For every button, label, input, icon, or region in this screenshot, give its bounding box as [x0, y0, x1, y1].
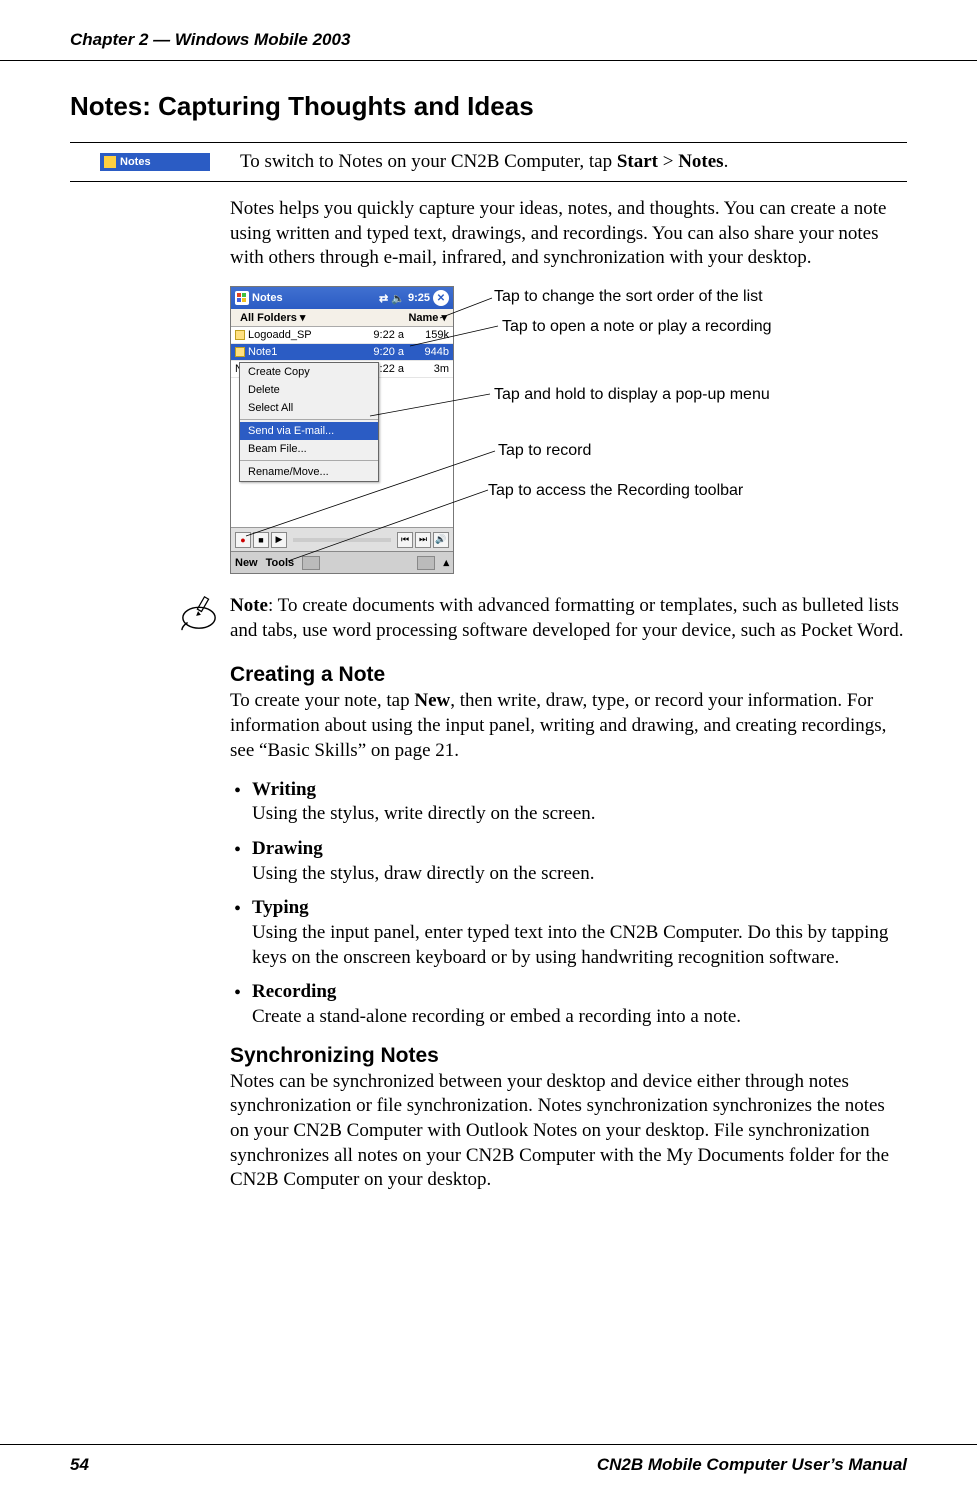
bullet-drawing: Drawing Using the stylus, draw directly … [230, 837, 907, 886]
bullet-heading: Recording [252, 981, 336, 1002]
windows-flag-icon[interactable] [235, 291, 249, 305]
volume-icon[interactable]: 🔈 [391, 292, 405, 305]
bullet-text: Using the stylus, draw directly on the s… [252, 863, 594, 884]
menu-select-all[interactable]: Select All [240, 399, 378, 417]
pda-time: 9:25 [408, 292, 430, 304]
creating-pre: To create your note, tap [230, 690, 414, 711]
creating-bullets: Writing Using the stylus, write directly… [230, 778, 907, 1030]
callout-popup-menu: Tap and hold to display a pop-up menu [494, 386, 770, 404]
banner-text: To switch to Notes on your CN2B Computer… [240, 151, 728, 173]
sort-label[interactable]: Name [408, 312, 438, 324]
recording-toggle-icon[interactable] [302, 556, 320, 570]
prev-button[interactable]: ⏮ [397, 532, 413, 548]
banner-gt: > [658, 151, 678, 172]
menu-rename-move[interactable]: Rename/Move... [240, 463, 378, 481]
pencil-note-icon [180, 594, 220, 637]
input-panel-icon[interactable] [417, 556, 435, 570]
menu-create-copy[interactable]: Create Copy [240, 363, 378, 381]
menu-divider [240, 460, 378, 461]
chevron-down-icon: ▾ [441, 312, 447, 324]
menu-send-email[interactable]: Send via E-mail... [240, 422, 378, 440]
list-item[interactable]: Note1 9:20 a 944b [231, 344, 453, 361]
creating-heading: Creating a Note [230, 663, 907, 687]
chevron-down-icon: ▾ [300, 311, 306, 324]
stop-button[interactable]: ■ [253, 532, 269, 548]
bullet-typing: Typing Using the input panel, enter type… [230, 896, 907, 970]
record-button[interactable]: ● [235, 532, 251, 548]
play-button[interactable]: ▶ [271, 532, 287, 548]
tools-button[interactable]: Tools [266, 557, 295, 569]
pda-screenshot: Notes ⇄ 🔈 9:25 ✕ All Folders ▾ Name ▾ [230, 286, 454, 574]
creating-block: Creating a Note To create your note, tap… [230, 663, 907, 1193]
manual-title: CN2B Mobile Computer User’s Manual [597, 1455, 907, 1475]
pda-folder-bar[interactable]: All Folders ▾ Name ▾ [231, 309, 453, 327]
next-button[interactable]: ⏭ [415, 532, 431, 548]
callout-tap-record: Tap to record [498, 442, 591, 460]
creating-lead: To create your note, tap New, then write… [230, 689, 907, 763]
pda-app-title: Notes [252, 292, 283, 304]
notes-banner: Notes To switch to Notes on your CN2B Co… [70, 142, 907, 182]
pda-titlebar[interactable]: Notes ⇄ 🔈 9:25 ✕ [231, 287, 453, 309]
banner-notes: Notes [678, 151, 723, 172]
note-name: Logoadd_SP [248, 329, 312, 341]
note-size: 944b [404, 346, 449, 358]
menu-divider [240, 419, 378, 420]
bullet-heading: Typing [252, 897, 309, 918]
banner-period: . [724, 151, 729, 172]
menu-beam-file[interactable]: Beam File... [240, 440, 378, 458]
bullet-heading: Drawing [252, 838, 323, 859]
playback-slider[interactable] [293, 538, 391, 542]
note-icon [235, 330, 245, 340]
callout-sort-order: Tap to change the sort order of the list [494, 288, 763, 306]
close-icon[interactable]: ✕ [433, 290, 449, 306]
new-button[interactable]: New [235, 557, 258, 569]
recording-toolbar: ● ■ ▶ ⏮ ⏭ 🔊 [231, 527, 453, 551]
note-size: 159k [404, 329, 449, 341]
chapter-label: Chapter 2 — Windows Mobile 2003 [70, 30, 350, 50]
bullet-writing: Writing Using the stylus, write directly… [230, 778, 907, 827]
note-callout-row: Note: To create documents with advanced … [180, 594, 907, 643]
chevron-up-icon[interactable]: ▴ [443, 556, 449, 569]
page-header: Chapter 2 — Windows Mobile 2003 [0, 0, 977, 61]
note-name: Note1 [248, 346, 277, 358]
sync-text: Notes can be synchronized between your d… [230, 1070, 907, 1193]
notes-glyph-icon [104, 156, 116, 168]
banner-pre: To switch to Notes on your CN2B Computer… [240, 151, 617, 172]
note-body: : To create documents with advanced form… [230, 595, 904, 641]
pda-bottom-bar: New Tools ▴ [231, 551, 453, 573]
note-icon [235, 347, 245, 357]
callout-open-note: Tap to open a note or play a recording [502, 318, 772, 336]
note-text: Note: To create documents with advanced … [230, 594, 907, 643]
intro-text: Notes helps you quickly capture your ide… [230, 197, 907, 271]
notes-app-icon: Notes [100, 153, 210, 171]
page-footer: 54 CN2B Mobile Computer User’s Manual [0, 1444, 977, 1475]
bullet-text: Using the stylus, write directly on the … [252, 803, 596, 824]
bullet-text: Create a stand-alone recording or embed … [252, 1006, 741, 1027]
section-title: Notes: Capturing Thoughts and Ideas [70, 91, 907, 122]
bullet-heading: Writing [252, 779, 316, 800]
volume-button[interactable]: 🔊 [433, 532, 449, 548]
connectivity-icon[interactable]: ⇄ [379, 292, 388, 305]
context-menu: Create Copy Delete Select All Send via E… [239, 362, 379, 482]
folders-label: All Folders [240, 312, 297, 324]
notes-icon-label: Notes [120, 156, 151, 168]
banner-start: Start [617, 151, 658, 172]
list-item[interactable]: Logoadd_SP 9:22 a 159k [231, 327, 453, 344]
menu-delete[interactable]: Delete [240, 381, 378, 399]
note-label: Note [230, 595, 268, 616]
creating-new: New [414, 690, 450, 711]
bullet-text: Using the input panel, enter typed text … [252, 922, 888, 968]
note-time: 9:20 a [354, 346, 404, 358]
callout-recording-toolbar: Tap to access the Recording toolbar [488, 482, 743, 500]
bullet-recording: Recording Create a stand-alone recording… [230, 980, 907, 1029]
note-size: 3m [404, 363, 449, 375]
sync-heading: Synchronizing Notes [230, 1044, 907, 1068]
note-time: 9:22 a [354, 329, 404, 341]
page-number: 54 [70, 1455, 89, 1475]
screenshot-figure: Notes ⇄ 🔈 9:25 ✕ All Folders ▾ Name ▾ [230, 286, 907, 574]
intro-block: Notes helps you quickly capture your ide… [230, 197, 907, 574]
